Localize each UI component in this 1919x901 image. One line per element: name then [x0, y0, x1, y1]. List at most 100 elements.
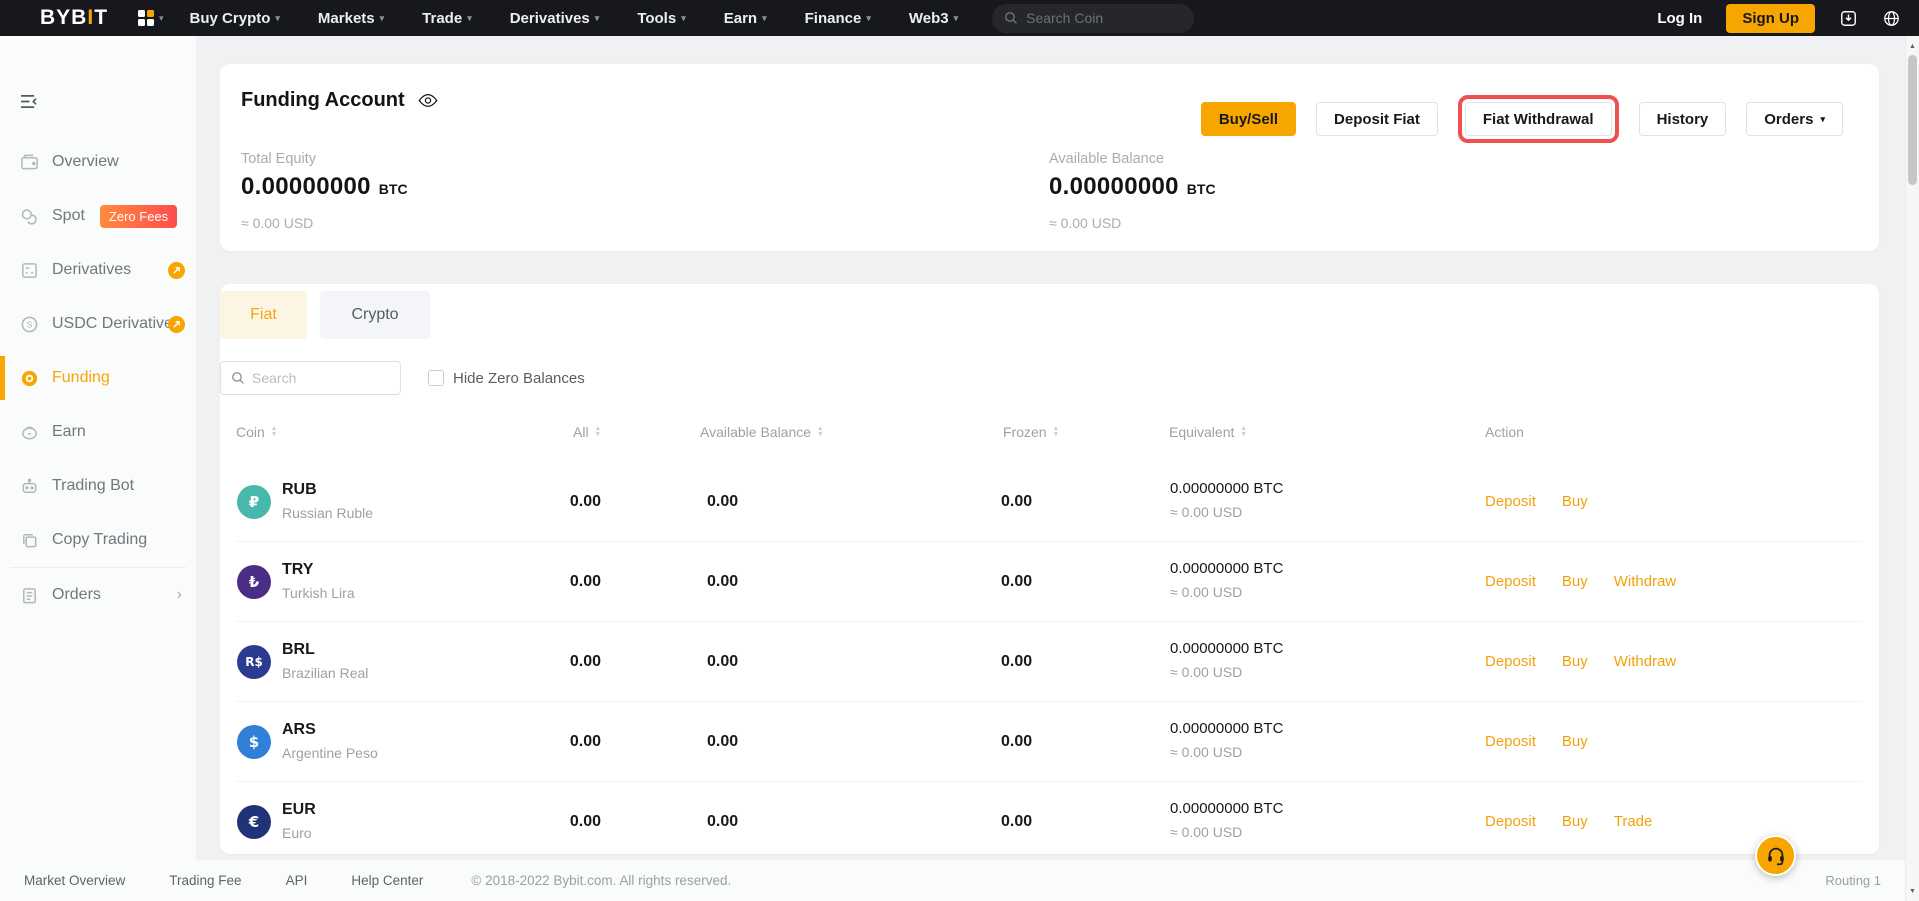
- sidebar-item-earn[interactable]: Earn: [0, 405, 196, 459]
- buy-link[interactable]: Buy: [1562, 653, 1588, 670]
- footer-link-help-center[interactable]: Help Center: [351, 873, 423, 888]
- orders-dropdown-button[interactable]: Orders▾: [1746, 102, 1843, 136]
- buy-sell-button[interactable]: Buy/Sell: [1201, 102, 1296, 136]
- sidebar-item-overview[interactable]: Overview: [0, 135, 196, 189]
- deposit-link[interactable]: Deposit: [1485, 813, 1536, 830]
- search-icon: [231, 371, 245, 385]
- nav-item-finance[interactable]: Finance▾: [805, 10, 871, 27]
- scrollbar-thumb[interactable]: [1908, 55, 1917, 185]
- sidebar-item-orders[interactable]: Orders ›: [0, 568, 196, 622]
- asset-search-input[interactable]: [252, 370, 390, 386]
- chevron-down-icon: ▾: [866, 14, 871, 23]
- column-header-all[interactable]: All▲▼: [460, 424, 601, 440]
- support-chat-button[interactable]: [1755, 835, 1796, 876]
- buy-link[interactable]: Buy: [1562, 813, 1588, 830]
- cell-equivalent-usd: ≈ 0.00 USD: [1170, 584, 1242, 600]
- asset-row-try: ₺ TRY Turkish Lira 0.00 0.00 0.00 0.0000…: [220, 542, 1879, 622]
- deposit-fiat-button[interactable]: Deposit Fiat: [1316, 102, 1438, 136]
- buy-link[interactable]: Buy: [1562, 573, 1588, 590]
- hide-zero-checkbox[interactable]: [428, 370, 444, 386]
- coin-search-input[interactable]: [1026, 10, 1182, 26]
- orders-icon: [20, 586, 39, 605]
- deposit-link[interactable]: Deposit: [1485, 573, 1536, 590]
- chevron-down-icon: ▾: [681, 14, 686, 23]
- sidebar-item-usdc-derivatives[interactable]: S USDC Derivatives: [0, 297, 196, 351]
- footer-link-trading-fee[interactable]: Trading Fee: [169, 873, 241, 888]
- buy-link[interactable]: Buy: [1562, 493, 1588, 510]
- deposit-link[interactable]: Deposit: [1485, 493, 1536, 510]
- coin-icon-try: ₺: [237, 565, 271, 599]
- funding-icon: [20, 369, 39, 388]
- sidebar-item-derivatives[interactable]: Derivatives: [0, 243, 196, 297]
- column-header-frozen[interactable]: Frozen▲▼: [1003, 424, 1059, 440]
- nav-item-earn[interactable]: Earn▾: [724, 10, 767, 27]
- logo-text: BYB: [40, 6, 87, 29]
- cell-available: 0.00: [707, 733, 738, 751]
- hide-zero-balances[interactable]: Hide Zero Balances: [428, 361, 585, 395]
- signup-button[interactable]: Sign Up: [1726, 4, 1815, 33]
- coins-icon: [20, 207, 39, 226]
- withdraw-link[interactable]: Withdraw: [1614, 573, 1677, 590]
- sidebar-item-trading-bot[interactable]: Trading Bot: [0, 459, 196, 513]
- table-header: Coin▲▼ All▲▼ Available Balance▲▼ Frozen▲…: [220, 424, 1879, 452]
- scroll-down-arrow[interactable]: ▼: [1906, 883, 1919, 899]
- headset-icon: [1765, 845, 1787, 867]
- withdraw-link[interactable]: Withdraw: [1614, 653, 1677, 670]
- assets-card: Fiat Crypto Hide Zero Balances Coin▲▼ Al…: [220, 284, 1879, 854]
- chevron-down-icon: ▾: [275, 14, 280, 23]
- login-button[interactable]: Log In: [1657, 10, 1702, 27]
- history-button[interactable]: History: [1639, 102, 1727, 136]
- nav-item-web3[interactable]: Web3▾: [909, 10, 958, 27]
- funding-account-card: Funding Account Buy/Sell Deposit Fiat Fi…: [220, 64, 1879, 251]
- fiat-withdrawal-button[interactable]: Fiat Withdrawal: [1465, 102, 1612, 136]
- footer-link-api[interactable]: API: [286, 873, 308, 888]
- nav-item-trade[interactable]: Trade▾: [422, 10, 472, 27]
- sidebar-item-spot[interactable]: Spot Zero Fees: [0, 189, 196, 243]
- footer-links: Market Overview Trading Fee API Help Cen…: [24, 873, 423, 888]
- language-globe-icon[interactable]: [1882, 9, 1901, 28]
- sidebar-item-funding[interactable]: Funding: [0, 351, 196, 405]
- scroll-up-arrow[interactable]: ▲: [1906, 38, 1919, 54]
- column-header-equivalent[interactable]: Equivalent▲▼: [1169, 424, 1247, 440]
- apps-menu-button[interactable]: ▾: [138, 10, 164, 26]
- cell-equivalent-btc: 0.00000000 BTC: [1170, 480, 1283, 497]
- column-header-available-balance[interactable]: Available Balance▲▼: [700, 424, 823, 440]
- coin-search[interactable]: [992, 4, 1194, 33]
- nav-item-markets[interactable]: Markets▾: [318, 10, 384, 27]
- sidebar-item-copy-trading[interactable]: Copy Trading: [0, 513, 196, 567]
- nav-item-derivatives[interactable]: Derivatives▾: [510, 10, 600, 27]
- row-actions: Deposit Buy Trade: [1485, 813, 1652, 830]
- buy-link[interactable]: Buy: [1562, 733, 1588, 750]
- asset-search[interactable]: [220, 361, 401, 395]
- asset-row-eur: € EUR Euro 0.00 0.00 0.00 0.00000000 BTC…: [220, 782, 1879, 854]
- fiat-withdrawal-highlight: Fiat Withdrawal: [1458, 95, 1619, 143]
- total-equity-value: 0.00000000 BTC: [241, 173, 408, 201]
- tab-crypto[interactable]: Crypto: [320, 291, 430, 339]
- deposit-link[interactable]: Deposit: [1485, 653, 1536, 670]
- tab-fiat[interactable]: Fiat: [220, 291, 307, 339]
- wallet-icon: [20, 153, 39, 172]
- top-navbar: BYBIT ▾ Buy Crypto▾ Markets▾ Trade▾ Deri…: [0, 0, 1919, 36]
- deposit-link[interactable]: Deposit: [1485, 733, 1536, 750]
- nav-item-tools[interactable]: Tools▾: [637, 10, 685, 27]
- sidebar-collapse-icon[interactable]: [20, 94, 39, 114]
- nav-item-buy-crypto[interactable]: Buy Crypto▾: [190, 10, 280, 27]
- trade-link[interactable]: Trade: [1614, 813, 1653, 830]
- toggle-balance-visibility-eye-icon[interactable]: [418, 93, 438, 108]
- cell-equivalent-btc: 0.00000000 BTC: [1170, 560, 1283, 577]
- bybit-logo[interactable]: BYBIT: [40, 6, 108, 30]
- cell-all: 0.00: [460, 493, 601, 511]
- coin-icon-eur: €: [237, 805, 271, 839]
- sidebar-menu: Overview Spot Zero Fees Derivatives S US…: [0, 135, 196, 622]
- cell-available: 0.00: [707, 813, 738, 831]
- download-app-icon[interactable]: [1839, 9, 1858, 28]
- chevron-right-icon: ›: [177, 586, 182, 604]
- cell-all: 0.00: [460, 733, 601, 751]
- copyright-text: © 2018-2022 Bybit.com. All rights reserv…: [471, 873, 731, 888]
- coin-name: Turkish Lira: [282, 585, 355, 601]
- column-header-coin[interactable]: Coin▲▼: [236, 424, 277, 440]
- vertical-scrollbar[interactable]: ▲ ▼: [1905, 36, 1919, 901]
- footer-link-market-overview[interactable]: Market Overview: [24, 873, 125, 888]
- available-balance-label: Available Balance: [1049, 151, 1164, 167]
- coin-name: Euro: [282, 825, 312, 841]
